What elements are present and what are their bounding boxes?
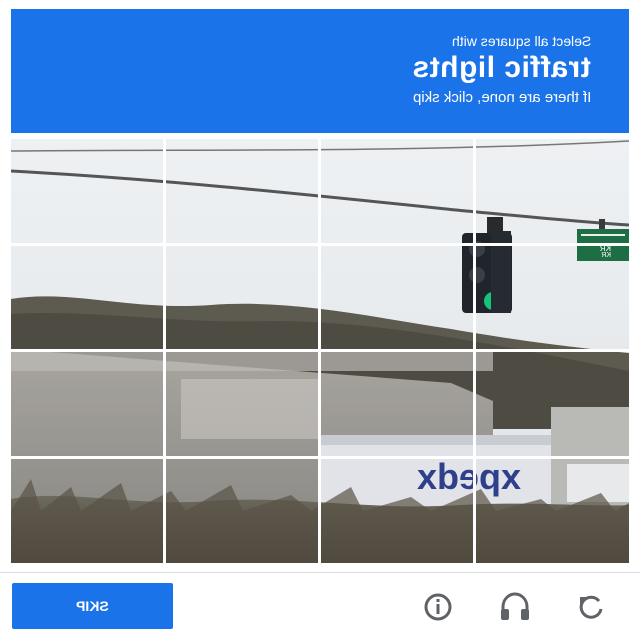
grid-divider [11,349,629,352]
grid-tile-r2-c2[interactable] [166,246,318,350]
grid-tile-r4-c2[interactable] [166,459,318,563]
grid-tile-r1-c4[interactable] [476,139,628,243]
grid-tile-r4-c3[interactable] [321,459,473,563]
info-icon[interactable] [418,587,458,627]
footer-divider [0,572,640,573]
grid-tile-r2-c3[interactable] [321,246,473,350]
captcha-frame: Select all squares with traffic lights I… [0,0,640,640]
skip-button[interactable]: SKIP [12,583,173,629]
instruction-line-1: Select all squares with [451,33,591,49]
grid-divider [11,243,629,246]
grid-tile-r3-c1[interactable] [11,352,163,456]
grid-tile-r1-c3[interactable] [321,139,473,243]
instruction-target: traffic lights [412,51,591,84]
instruction-line-1-wrap: Select all squares with [452,33,591,49]
grid-tile-r2-c1[interactable] [11,246,163,350]
refresh-icon[interactable] [571,587,611,627]
grid-tile-r4-c4[interactable] [476,459,628,563]
instruction-line-3: If there are none, click skip [412,89,591,106]
grid-tile-r4-c1[interactable] [11,459,163,563]
skip-button-label: SKIP [76,598,109,614]
audio-icon[interactable] [495,587,535,627]
grid-tile-r1-c2[interactable] [166,139,318,243]
image-grid: xpedx KR KR [11,139,629,563]
instruction-line-3-wrap: If there are none, click skip [413,89,591,106]
instruction-target-wrap: traffic lights [412,51,591,85]
captcha-header: Select all squares with traffic lights I… [11,9,629,133]
grid-tile-r1-c1[interactable] [11,139,163,243]
grid-tile-r2-c4[interactable] [476,246,628,350]
grid-divider [11,456,629,459]
grid-tile-r3-c3[interactable] [321,352,473,456]
grid-tile-r3-c2[interactable] [166,352,318,456]
grid-tile-r3-c4[interactable] [476,352,628,456]
